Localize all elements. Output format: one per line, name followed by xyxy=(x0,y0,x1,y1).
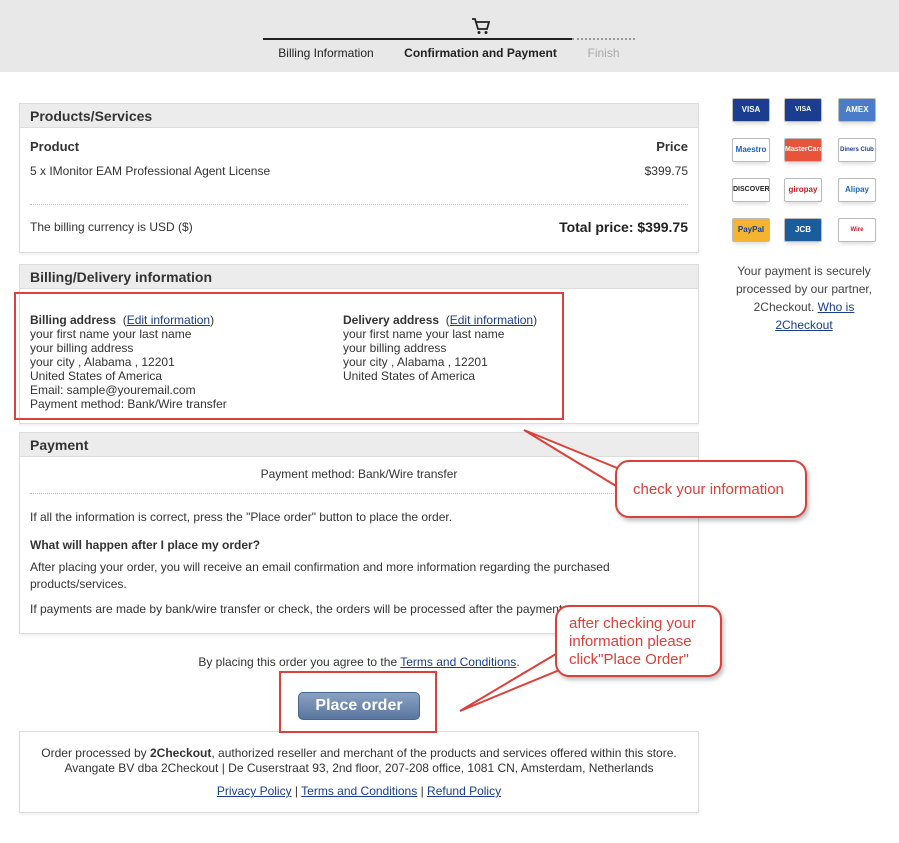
faq-question: What will happen after I place my order? xyxy=(30,538,261,552)
payment-panel-title: Payment xyxy=(20,433,698,457)
jcb-card-icon: JCB xyxy=(784,218,822,242)
billing-currency-note: The billing currency is USD ($) xyxy=(30,220,193,234)
agree-period: . xyxy=(516,655,520,669)
discover-card-icon: DISCOVER xyxy=(732,178,770,202)
button-highlight-box xyxy=(279,671,437,733)
check-info-callout: check your information xyxy=(615,460,807,518)
footer-prefix: Order processed by xyxy=(41,746,147,760)
product-price: $399.75 xyxy=(644,164,688,178)
checkout-header: Billing Information Confirmation and Pay… xyxy=(0,0,899,72)
terms-link[interactable]: Terms and Conditions xyxy=(400,655,516,669)
faq-answer: After placing your order, you will recei… xyxy=(30,560,610,591)
footer-brand: 2Checkout xyxy=(150,746,212,760)
amex-card-icon: AMEX xyxy=(838,98,876,122)
alipay-card-icon: Alipay xyxy=(838,178,876,202)
product-column-header: Product xyxy=(30,139,80,154)
maestro-card-icon: Maestro xyxy=(732,138,770,162)
divider xyxy=(30,493,688,494)
billing-highlight-box xyxy=(14,292,564,420)
step-billing-information: Billing Information xyxy=(263,38,389,62)
agree-text: By placing this order you agree to the xyxy=(198,655,398,669)
checkout-steps: Billing Information Confirmation and Pay… xyxy=(263,38,635,62)
mastercard-card-icon: MasterCard xyxy=(784,138,822,162)
footer-terms-link[interactable]: Terms and Conditions xyxy=(301,784,417,798)
payment-instruction: If all the information is correct, press… xyxy=(30,510,453,524)
footer-line-1: Order processed by 2Checkout, authorized… xyxy=(20,746,698,761)
link-separator: | xyxy=(420,784,424,798)
step-finish: Finish xyxy=(572,38,635,62)
link-separator: | xyxy=(294,784,299,798)
divider xyxy=(30,204,688,205)
privacy-policy-link[interactable]: Privacy Policy xyxy=(217,784,292,798)
products-panel: Products/Services Product Price 5 x IMon… xyxy=(19,103,699,253)
refund-policy-link[interactable]: Refund Policy xyxy=(427,784,501,798)
place-order-callout: after checking your information please c… xyxy=(555,605,722,677)
giropay-card-icon: giropay xyxy=(784,178,822,202)
shopping-cart-icon xyxy=(472,18,491,34)
price-column-header: Price xyxy=(656,139,688,154)
footer-suffix: , authorized reseller and merchant of th… xyxy=(211,746,677,760)
visa-electron-card-icon: VISA Electron xyxy=(784,98,822,122)
payment-panel: Payment Payment method: Bank/Wire transf… xyxy=(19,432,699,634)
products-panel-title: Products/Services xyxy=(20,104,698,128)
footer-panel: Order processed by 2Checkout, authorized… xyxy=(19,731,699,813)
total-price: Total price: $399.75 xyxy=(559,219,688,235)
footer-line-2: Avangate BV dba 2Checkout | De Cuserstra… xyxy=(64,761,654,775)
visa-card-icon: VISA xyxy=(732,98,770,122)
payment-method: Payment method: Bank/Wire transfer xyxy=(260,467,458,481)
billing-panel-title: Billing/Delivery information xyxy=(20,265,698,289)
step-confirmation-payment: Confirmation and Payment xyxy=(389,38,572,62)
wire-transfer-card-icon: Wire Transfer xyxy=(838,218,876,242)
footer-text: Order processed by 2Checkout, authorized… xyxy=(20,746,698,776)
footer-links: Privacy Policy | Terms and Conditions | … xyxy=(20,784,698,798)
paypal-card-icon: PayPal xyxy=(732,218,770,242)
product-name: 5 x IMonitor EAM Professional Agent Lice… xyxy=(30,164,271,178)
diners-club-card-icon: Diners Club xyxy=(838,138,876,162)
secure-payment-note: Your payment is securely processed by ou… xyxy=(728,262,880,334)
